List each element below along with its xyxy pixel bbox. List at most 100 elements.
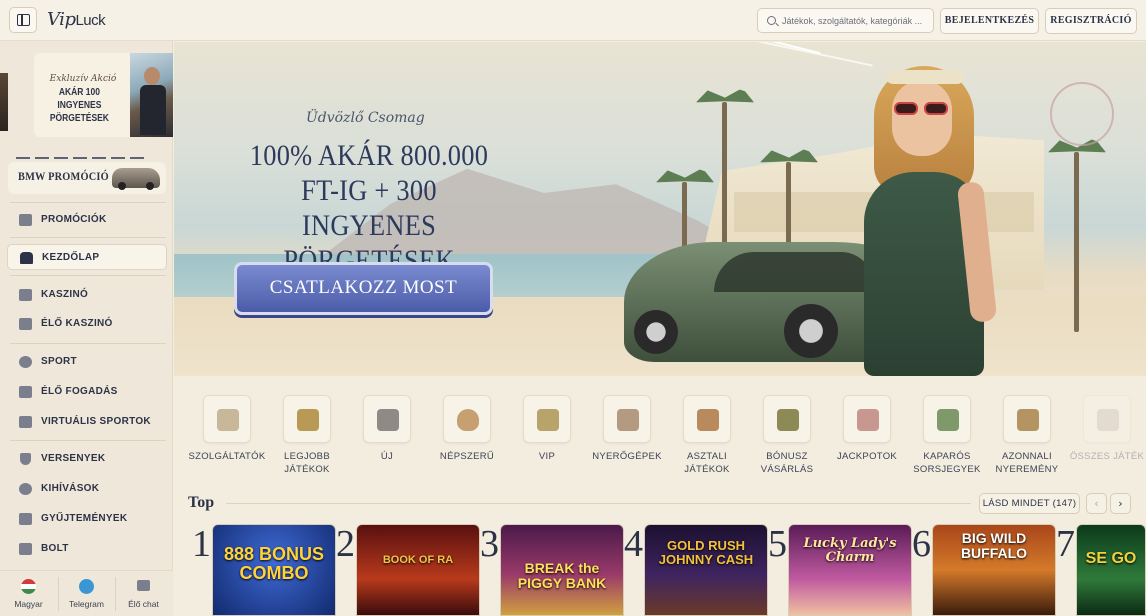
carousel-dot[interactable] bbox=[16, 157, 30, 159]
decor-stripe bbox=[735, 42, 873, 67]
sidebar-toggle-button[interactable] bbox=[9, 7, 37, 33]
lens bbox=[924, 102, 948, 115]
sidebar-item-live-casino[interactable]: ÉLŐ KASZINÓ bbox=[7, 311, 167, 337]
game-rank: 4 bbox=[624, 523, 643, 565]
register-button[interactable]: REGISZTRÁCIÓ bbox=[1045, 8, 1137, 34]
sidebar-item-tournaments[interactable]: VERSENYEK bbox=[7, 446, 167, 472]
game-thumbnail[interactable]: BIG WILD BUFFALO bbox=[932, 524, 1056, 616]
vipluck-logo[interactable]: VipLuck bbox=[47, 9, 106, 30]
category-tile bbox=[603, 395, 651, 443]
game-thumbnail[interactable]: BOOK OF RA bbox=[356, 524, 480, 616]
sunglasses bbox=[894, 102, 950, 116]
category-providers[interactable]: SZOLGÁLTATÓK bbox=[187, 395, 267, 485]
hero-subtitle: Üdvözlő Csomag bbox=[306, 110, 425, 126]
game-title: SE GO bbox=[1085, 550, 1137, 567]
category-jackpots[interactable]: JACKPOTOK bbox=[827, 395, 907, 485]
sidebar-item-collections[interactable]: GYŰJTEMÉNYEK bbox=[7, 506, 167, 532]
game-card[interactable]: 1 888 BONUS COMBO bbox=[192, 523, 336, 616]
carousel-dot[interactable] bbox=[92, 157, 106, 159]
category-label: VIP bbox=[538, 451, 556, 462]
category-tile bbox=[363, 395, 411, 443]
category-new[interactable]: ÚJ bbox=[347, 395, 427, 485]
bmw-promo-link[interactable]: BMW PROMÓCIÓ bbox=[8, 162, 166, 194]
game-card[interactable]: 2 BOOK OF RA bbox=[336, 523, 480, 616]
game-card[interactable]: 5 Lucky Lady's Charm bbox=[768, 523, 912, 616]
category-bonus-buy[interactable]: BÓNUSZ VÁSÁRLÁS bbox=[747, 395, 827, 485]
sidebar-item-sport[interactable]: SPORT bbox=[7, 349, 167, 375]
carousel-prev-button[interactable]: ‹ bbox=[1086, 493, 1107, 514]
sidebar-item-label: BOLT bbox=[41, 543, 69, 554]
category-tile bbox=[523, 395, 571, 443]
cards-icon bbox=[19, 318, 32, 330]
playing-cards-icon bbox=[857, 409, 879, 431]
sidebar-item-label: VERSENYEK bbox=[41, 453, 106, 464]
category-vip[interactable]: VIP bbox=[507, 395, 587, 485]
game-card[interactable]: 4 GOLD RUSH JOHNNY CASH bbox=[624, 523, 768, 616]
search-box[interactable] bbox=[757, 8, 934, 33]
promo-carousel-dots[interactable] bbox=[16, 144, 161, 159]
game-rank: 5 bbox=[768, 523, 787, 565]
stamp-decoration bbox=[1050, 82, 1114, 146]
category-all-games[interactable]: ÖSSZES JÁTÉK bbox=[1067, 395, 1146, 485]
game-card[interactable]: 3 BREAK the PIGGY BANK bbox=[480, 523, 624, 616]
game-thumbnail[interactable]: BREAK the PIGGY BANK bbox=[500, 524, 624, 616]
game-title: 888 BONUS COMBO bbox=[223, 544, 325, 583]
trophy-cup-icon bbox=[1017, 409, 1039, 431]
sidebar-item-shop[interactable]: BOLT bbox=[7, 536, 167, 562]
game-title: BIG WILD BUFFALO bbox=[960, 530, 1028, 561]
carousel-dot[interactable] bbox=[54, 157, 68, 159]
sidebar-item-live-betting[interactable]: ÉLŐ FOGADÁS bbox=[7, 379, 167, 405]
sidebar-item-virtual-sports[interactable]: VIRTUÁLIS SPORTOK bbox=[7, 409, 167, 435]
sidebar-item-casino[interactable]: KASZINÓ bbox=[7, 282, 167, 308]
live-chat-button[interactable]: Élő chat bbox=[115, 571, 172, 616]
sidebar-item-challenges[interactable]: KIHÍVÁSOK bbox=[7, 476, 167, 502]
telegram-link[interactable]: Telegram bbox=[58, 571, 115, 616]
sidebar-item-home[interactable]: KEZDŐLAP bbox=[7, 244, 167, 270]
category-label: NYERŐGÉPEK bbox=[592, 451, 662, 462]
category-scratch-cards[interactable]: KAPARÓS SORSJEGYEK bbox=[907, 395, 987, 485]
sidebar-item-promotions[interactable]: PROMÓCIÓK bbox=[7, 207, 167, 233]
category-table-games[interactable]: ASZTALI JÁTÉKOK bbox=[667, 395, 747, 485]
game-thumbnail[interactable]: Lucky Lady's Charm bbox=[788, 524, 912, 616]
category-tile bbox=[283, 395, 331, 443]
palm-tree bbox=[1074, 152, 1079, 332]
car-icon bbox=[112, 168, 160, 190]
carousel-dot[interactable] bbox=[130, 157, 144, 159]
game-title: GOLD RUSH JOHNNY CASH bbox=[658, 538, 754, 567]
shop-icon bbox=[19, 543, 32, 555]
game-thumbnail[interactable]: 888 BONUS COMBO bbox=[212, 524, 336, 616]
carousel-dot[interactable] bbox=[35, 157, 49, 159]
promo-banner[interactable]: Exkluzív Akció AKÁR 100 INGYENES PÖRGETÉ… bbox=[34, 53, 173, 137]
logo-text: Luck bbox=[75, 12, 106, 29]
game-card[interactable]: 7 SE GO bbox=[1056, 523, 1146, 616]
game-thumbnail[interactable]: SE GO bbox=[1076, 524, 1146, 616]
hero-banner[interactable]: Üdvözlő Csomag 100% AKÁR 800.000 FT-IG +… bbox=[174, 42, 1146, 376]
see-all-button[interactable]: LÁSD MINDET (147) bbox=[979, 493, 1080, 514]
join-now-button[interactable]: CSATLAKOZZ MOST bbox=[234, 262, 493, 315]
language-selector[interactable]: Magyar bbox=[0, 571, 57, 616]
category-popular[interactable]: NÉPSZERŰ bbox=[427, 395, 507, 485]
divider bbox=[10, 275, 166, 276]
category-label: KAPARÓS SORSJEGYEK bbox=[913, 451, 981, 475]
sidebar-item-label: KIHÍVÁSOK bbox=[41, 483, 100, 494]
carousel-dot[interactable] bbox=[111, 157, 125, 159]
login-button[interactable]: BEJELENTKEZÉS bbox=[940, 8, 1039, 34]
game-rank: 1 bbox=[192, 523, 211, 565]
game-thumbnail[interactable]: GOLD RUSH JOHNNY CASH bbox=[644, 524, 768, 616]
carousel-dot[interactable] bbox=[73, 157, 87, 159]
search-input[interactable] bbox=[782, 12, 930, 30]
sidebar-item-label: GYŰJTEMÉNYEK bbox=[41, 513, 128, 524]
category-slots[interactable]: NYERŐGÉPEK bbox=[587, 395, 667, 485]
sidebar-item-label: KEZDŐLAP bbox=[42, 252, 100, 263]
sidebar-item-label: VIRTUÁLIS SPORTOK bbox=[41, 416, 151, 427]
category-instant-win[interactable]: AZONNALI NYEREMÉNY bbox=[987, 395, 1067, 485]
live-bet-icon bbox=[19, 386, 32, 398]
category-label: ÖSSZES JÁTÉK bbox=[1069, 451, 1145, 462]
hero-woman-face bbox=[892, 80, 952, 156]
promo-prev-slide[interactable] bbox=[0, 73, 8, 131]
game-card[interactable]: 6 BIG WILD BUFFALO bbox=[912, 523, 1056, 616]
category-tile bbox=[443, 395, 491, 443]
carousel-next-button[interactable]: › bbox=[1110, 493, 1131, 514]
category-top-games[interactable]: LEGJOBB JÁTÉKOK bbox=[267, 395, 347, 485]
divider bbox=[10, 343, 166, 344]
